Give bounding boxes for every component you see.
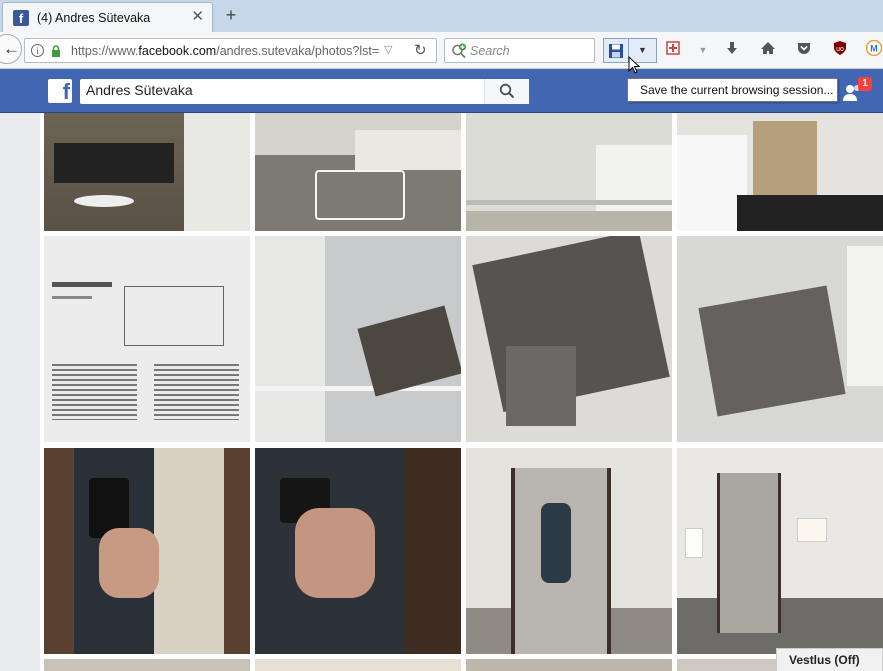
gallery-wall-artwork-photo[interactable] <box>677 113 883 231</box>
facebook-search-input[interactable]: Andres Sütevaka <box>80 79 529 104</box>
search-placeholder: Search <box>470 44 510 58</box>
white-building-railing-photo[interactable] <box>466 113 672 231</box>
facebook-icon: f <box>13 10 29 26</box>
home-icon[interactable] <box>758 40 778 60</box>
reload-icon[interactable]: ↻ <box>414 41 427 59</box>
lock-icon <box>52 45 60 57</box>
street-building-photo[interactable] <box>44 113 250 231</box>
url-bar[interactable]: i https://www.facebook.com/andres.suteva… <box>24 38 437 63</box>
facebook-search-value: Andres Sütevaka <box>86 82 193 98</box>
photos-page <box>0 113 883 671</box>
mirror-selfie-photo[interactable] <box>44 448 250 654</box>
mirror-selfie-close-photo[interactable] <box>255 448 461 654</box>
info-icon[interactable]: i <box>31 44 44 57</box>
new-tab-button[interactable]: + <box>221 5 241 25</box>
mirror-tower-gallery-photo[interactable] <box>677 448 883 654</box>
search-bar[interactable]: Search <box>444 38 595 63</box>
session-manager-icon[interactable] <box>663 40 683 60</box>
mouse-cursor-icon <box>628 56 640 74</box>
friend-requests-badge: 1 <box>858 77 872 91</box>
back-arrow-icon: ← <box>3 39 20 58</box>
artwork-label-photo[interactable] <box>44 236 250 442</box>
search-icon <box>499 83 515 99</box>
url-text: https://www.facebook.com/andres.sutevaka… <box>71 44 380 58</box>
tab-title: (4) Andres Sütevaka <box>37 11 151 25</box>
save-session-tooltip: Save the current browsing session... <box>627 78 838 102</box>
chat-status-button[interactable]: Vestlus (Off) <box>776 648 883 671</box>
back-button[interactable]: ← <box>0 34 22 64</box>
url-dropdown-icon[interactable]: ▽ <box>384 43 392 56</box>
svg-text:uo: uo <box>836 46 844 53</box>
chairs-installation-photo[interactable] <box>255 236 461 442</box>
browser-tab[interactable]: f (4) Andres Sütevaka ✕ <box>2 2 213 32</box>
next-row-photo-1[interactable] <box>44 659 250 671</box>
next-row-photo-3[interactable] <box>466 659 672 671</box>
draped-frames-photo[interactable] <box>466 236 672 442</box>
installation-corner-photo[interactable] <box>677 236 883 442</box>
facebook-logo[interactable]: f <box>48 79 72 104</box>
terrace-chairs-photo[interactable] <box>255 113 461 231</box>
next-row-photo-2[interactable] <box>255 659 461 671</box>
tab-strip: f (4) Andres Sütevaka ✕ + <box>0 0 883 32</box>
svg-text:M: M <box>870 44 878 54</box>
pocket-icon[interactable] <box>794 40 814 60</box>
ublock-icon[interactable]: uo <box>830 40 850 60</box>
download-arrow-icon[interactable] <box>722 40 742 60</box>
close-tab-icon[interactable]: ✕ <box>191 9 204 25</box>
gmail-extension-icon[interactable]: M <box>864 39 883 60</box>
floppy-disk-icon <box>609 44 623 58</box>
photo-grid <box>40 113 883 671</box>
save-session-button[interactable] <box>603 38 629 63</box>
mirror-tower-photo[interactable] <box>466 448 672 654</box>
facebook-search-button[interactable] <box>484 79 529 104</box>
menu-dropdown-icon[interactable]: ▼ <box>693 40 713 60</box>
search-plus-icon <box>452 43 466 59</box>
navigation-bar: ← i https://www.facebook.com/andres.sute… <box>0 32 883 69</box>
